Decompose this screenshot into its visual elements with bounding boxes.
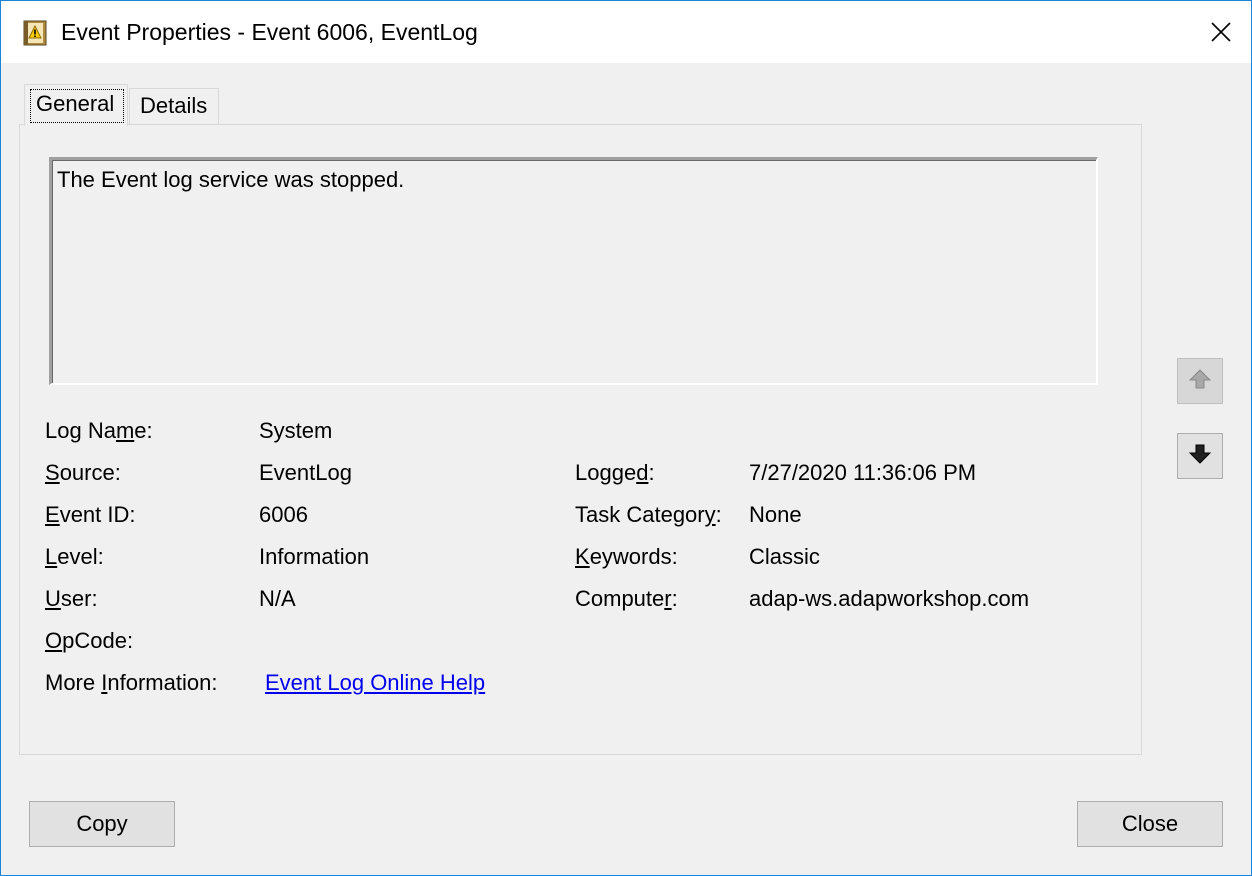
level-value: Information xyxy=(259,544,370,569)
tab-general-label: General xyxy=(36,91,115,116)
arrow-down-icon xyxy=(1188,442,1212,471)
previous-event-button[interactable] xyxy=(1177,358,1223,404)
logged-label: Logged: xyxy=(575,460,655,485)
close-button-label: Close xyxy=(1121,811,1179,836)
event-properties-window: Event Properties - Event 6006, EventLog … xyxy=(0,0,1252,876)
event-log-icon xyxy=(23,20,47,46)
computer-value: adap-ws.adapworkshop.com xyxy=(749,586,1030,611)
log-name-value: System xyxy=(259,418,333,443)
copy-button-label: Copy xyxy=(76,811,128,836)
log-name-label: Log Name: xyxy=(45,418,153,443)
event-description-box[interactable]: The Event log service was stopped. xyxy=(49,157,1098,385)
copy-button[interactable]: Copy xyxy=(29,801,175,847)
user-label: User: xyxy=(45,586,98,611)
event-id-label: Event ID: xyxy=(45,502,136,527)
event-description-text: The Event log service was stopped. xyxy=(57,167,405,192)
source-label: Source: xyxy=(45,460,121,485)
arrow-up-icon xyxy=(1188,367,1212,396)
next-event-button[interactable] xyxy=(1177,433,1223,479)
event-id-value: 6006 xyxy=(259,502,308,527)
opcode-label: OpCode: xyxy=(45,628,134,653)
close-icon[interactable] xyxy=(1191,1,1251,63)
tab-details-label: Details xyxy=(140,93,208,118)
computer-label: Computer: xyxy=(575,586,678,611)
window-title: Event Properties - Event 6006, EventLog xyxy=(61,19,478,45)
close-button[interactable]: Close xyxy=(1077,801,1223,847)
user-value: N/A xyxy=(259,586,296,611)
task-category-label: Task Category: xyxy=(575,502,722,527)
keywords-label: Keywords: xyxy=(575,544,678,569)
logged-value: 7/27/2020 11:36:06 PM xyxy=(749,460,977,485)
event-log-online-help-link[interactable]: Event Log Online Help xyxy=(265,669,485,697)
tab-general[interactable]: General xyxy=(24,84,128,126)
source-value: EventLog xyxy=(259,460,352,485)
task-category-value: None xyxy=(749,502,802,527)
keywords-value: Classic xyxy=(749,544,820,569)
level-label: Level: xyxy=(45,544,104,569)
more-info-label: More Information: xyxy=(45,670,218,695)
title-bar: Event Properties - Event 6006, EventLog xyxy=(1,1,1251,63)
tab-details[interactable]: Details xyxy=(129,88,219,125)
